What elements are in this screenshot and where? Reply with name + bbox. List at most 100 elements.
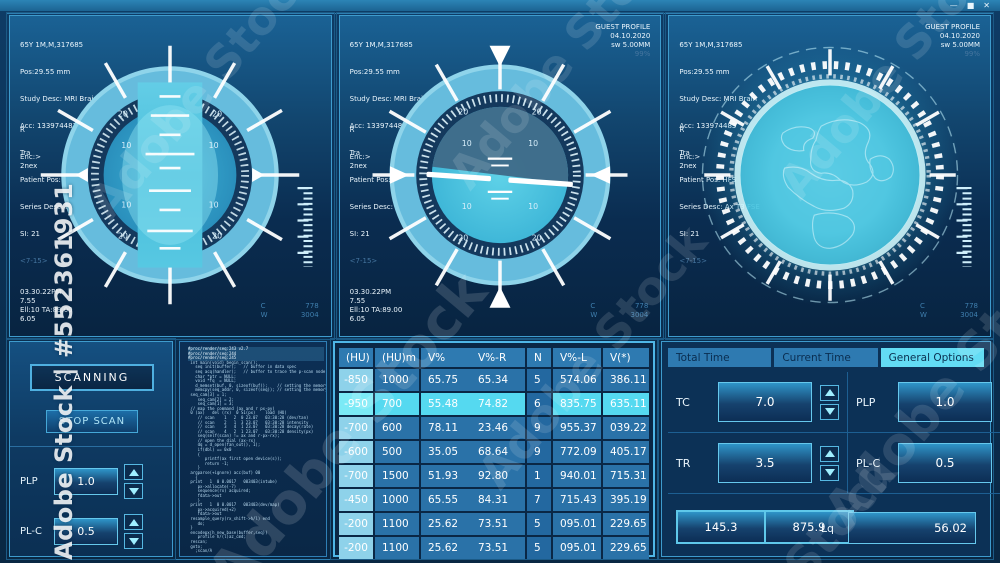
options-grid: TC 7.0 PLP 1.0 TR 3.5 PL-C 0.5 <box>668 372 1000 494</box>
table-row[interactable]: -700 1500 51.93 92.80 1 940.01 715.31 <box>339 465 649 487</box>
table-cell: 73.51 <box>471 513 527 535</box>
tape-gauge: 20 20 10 10 10 10 20 20 <box>41 45 300 305</box>
minimize-icon[interactable]: — <box>950 1 958 10</box>
table-row[interactable]: -200 1100 25.62 73.51 5 095.01 229.65 <box>339 537 649 559</box>
table-row[interactable]: -850 1000 65.75 65.34 5 574.06 386.11 <box>339 369 649 391</box>
vertical-ruler <box>297 187 313 267</box>
arrow-up-icon <box>824 389 835 396</box>
scan-time-info: 03.30.22PM 7.55 Ell:10 TA:89.00 6.05 <box>350 288 403 324</box>
side-r-label: R <box>20 126 25 134</box>
table-cell: 5 <box>527 537 553 559</box>
table-cell: 715.31 <box>603 465 649 487</box>
scanner-control-panel: SCANNING STOP SCAN PLP 1.0 PL-C 0.5 <box>6 338 176 560</box>
time-line: Ell:10 TA:89.00 <box>20 306 73 314</box>
table-cell: 039.22 <box>603 417 649 439</box>
tr-label: TR <box>676 456 691 470</box>
tc-label: TC <box>676 395 690 409</box>
arrow-down-icon <box>824 469 835 476</box>
spin-down-button[interactable] <box>820 403 839 420</box>
table-cell: 229.65 <box>603 537 649 559</box>
table-cell: 955.37 <box>553 417 603 439</box>
tr-value-field[interactable]: 3.5 <box>718 443 812 483</box>
globe-gauge <box>698 44 961 306</box>
panel-attitude-gauge: 65Y 1M,M,317685 Pos:29.55 mm Study Desc:… <box>335 12 665 340</box>
table-cell: -200 <box>339 513 375 535</box>
stop-scan-button[interactable]: STOP SCAN <box>46 410 138 433</box>
table-row-selected[interactable]: -950 700 55.48 74.82 6 835.75 635.11 <box>339 393 649 415</box>
time-line: 7.55 <box>349 297 366 305</box>
table-cell: -600 <box>339 441 375 463</box>
table-header-cell: V%-L <box>553 348 603 367</box>
title-bar: — ■ ✕ <box>0 0 1000 11</box>
side-annotations: R Enc:> 2nex <box>679 126 700 171</box>
attitude-gauge: 20 20 10 10 10 10 20 20 <box>372 45 628 308</box>
table-header-cell: (HU)m <box>375 348 421 367</box>
tab-total-time[interactable]: Total Time <box>668 348 772 367</box>
scanning-button[interactable]: SCANNING <box>30 364 154 391</box>
table-cell: 25.62 <box>421 537 471 559</box>
gauge-number: 10 <box>122 141 132 150</box>
time-line: 6.05 <box>349 315 366 323</box>
side-enc-label: Enc:> <box>679 153 701 161</box>
tab-current-time[interactable]: Current Time <box>774 348 878 367</box>
table-cell: 1 <box>527 465 553 487</box>
side-nex-label: 2nex <box>20 162 38 170</box>
spin-up-button[interactable] <box>820 445 839 462</box>
panel-globe: 65Y 1M,M,317685 Pos:29.55 mm Study Desc:… <box>665 12 995 340</box>
spin-down-button[interactable] <box>124 533 143 549</box>
table-row[interactable]: -200 1100 25.62 73.51 5 095.01 229.65 <box>339 513 649 535</box>
table-row[interactable]: -700 600 78.11 23.46 9 955.37 039.22 <box>339 417 649 439</box>
spin-up-button[interactable] <box>124 514 143 530</box>
side-enc-label: Enc:> <box>349 153 371 161</box>
gauges-row: 65Y 1M,M,317685 Pos:29.55 mm Study Desc:… <box>6 12 995 340</box>
table-cell: 6 <box>527 393 553 415</box>
plp-value-field[interactable]: 1.0 <box>898 382 992 422</box>
time-line: 7.55 <box>20 297 36 305</box>
table-cell: 405.17 <box>603 441 649 463</box>
window-level-info: C 778 W 3004 <box>590 302 649 319</box>
table-header-row: (HU) (HU)m V% V%-R N V%-L V(*) <box>339 348 649 367</box>
gauge-number: 20 <box>458 234 468 243</box>
plc-value-field[interactable]: 0.5 <box>898 443 992 483</box>
table-cell: 51.93 <box>421 465 471 487</box>
spin-up-button[interactable] <box>124 464 143 480</box>
table-cell: 095.01 <box>553 537 603 559</box>
window-level-info: C 778 W 3004 <box>260 302 319 319</box>
tc-spinner <box>820 384 839 420</box>
table-header-cell: V(*) <box>603 348 649 367</box>
table-cell: 92.80 <box>471 465 527 487</box>
side-annotations: R Enc:> 2nex <box>20 126 41 171</box>
spin-down-button[interactable] <box>820 464 839 481</box>
pair-left-button[interactable]: 145.3 <box>678 512 766 542</box>
time-line: Ell:10 TA:89.00 <box>349 306 403 314</box>
tc-value-field[interactable]: 7.0 <box>718 382 812 422</box>
lq-value-field[interactable]: 56.02 <box>848 512 976 544</box>
gauge-number: 20 <box>532 234 542 243</box>
table-cell: 395.19 <box>603 489 649 511</box>
side-r-label: R <box>679 126 685 134</box>
plp-value-field[interactable]: 1.0 <box>54 468 118 495</box>
tab-general-options[interactable]: General Options <box>880 348 984 367</box>
side-annotations: R Enc:> 2nex <box>350 126 371 171</box>
maximize-icon[interactable]: ■ <box>967 1 975 10</box>
spin-down-button[interactable] <box>124 483 143 499</box>
code-console[interactable]: #proc/render/seq:243 v2.7 #proc/render/se… <box>179 341 327 557</box>
table-row[interactable]: -600 500 35.05 68.64 9 772.09 405.17 <box>339 441 649 463</box>
table-cell: 74.82 <box>471 393 527 415</box>
table-row[interactable]: -450 1000 65.55 84.31 7 715.43 395.19 <box>339 489 649 511</box>
hu-data-table: (HU) (HU)m V% V%-R N V%-L V(*) -850 1000 65.75 65… <box>330 338 658 560</box>
spin-up-button[interactable] <box>820 384 839 401</box>
table-cell: 73.51 <box>471 537 527 559</box>
table-cell: 1500 <box>375 465 421 487</box>
table-cell: -450 <box>339 489 375 511</box>
arrow-down-icon <box>128 487 139 495</box>
arrow-up-icon <box>824 450 835 457</box>
table-cell: 84.31 <box>471 489 527 511</box>
table-cell: 574.06 <box>553 369 603 391</box>
table-cell: 095.01 <box>553 513 603 535</box>
arrow-up-icon <box>128 518 139 526</box>
table-cell: 23.46 <box>471 417 527 439</box>
plc-value-field[interactable]: 0.5 <box>54 518 118 545</box>
close-icon[interactable]: ✕ <box>983 1 990 10</box>
gauge-number: 20 <box>212 109 222 118</box>
